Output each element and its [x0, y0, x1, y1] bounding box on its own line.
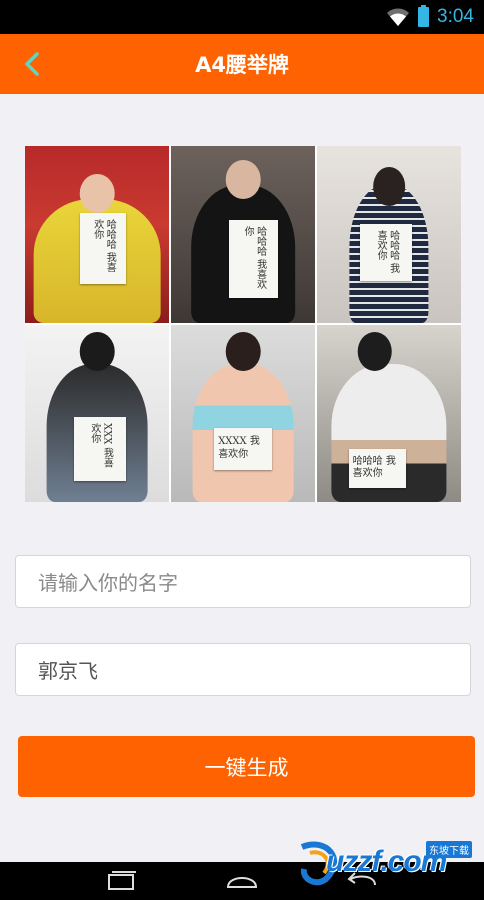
example-photo: 哈哈哈 我喜欢你	[317, 325, 461, 502]
example-photo-grid: 哈哈哈 我喜欢你 哈哈哈 我喜欢你 哈哈哈 我喜欢你 XXX 我喜欢你 XXXX…	[25, 146, 461, 502]
generate-button[interactable]: 一键生成	[18, 736, 475, 797]
photo-sign: XXXX 我喜欢你	[214, 427, 272, 471]
photo-sign: 哈哈哈 我喜欢你	[360, 223, 413, 281]
photo-sign: XXX 我喜欢你	[73, 417, 126, 481]
photo-sign: 哈哈哈 我喜欢你	[79, 213, 126, 285]
example-photo: XXX 我喜欢你	[25, 325, 169, 502]
second-name-input[interactable]: 郭京飞	[15, 643, 471, 696]
example-photo: 哈哈哈 我喜欢你	[171, 146, 315, 323]
watermark-subtext: 东坡下载	[426, 841, 472, 858]
status-time: 3:04	[437, 6, 474, 27]
name-input[interactable]: 请输入你的名字	[15, 555, 471, 608]
watermark-logo: uzzf.com 东坡下载	[296, 835, 476, 890]
wifi-icon	[387, 8, 410, 26]
second-name-input-value: 郭京飞	[38, 659, 98, 683]
back-arrow-icon[interactable]	[20, 50, 44, 78]
status-bar: 3:04	[0, 0, 484, 34]
home-icon[interactable]	[222, 869, 262, 893]
photo-sign: 哈哈哈 我喜欢你	[228, 220, 278, 299]
example-photo: 哈哈哈 我喜欢你	[25, 146, 169, 323]
recent-apps-icon[interactable]	[101, 869, 141, 893]
example-photo: XXXX 我喜欢你	[171, 325, 315, 502]
photo-sign: 哈哈哈 我喜欢你	[348, 448, 407, 488]
page-title: A4腰举牌	[195, 53, 289, 77]
example-photo: 哈哈哈 我喜欢你	[317, 146, 461, 323]
battery-icon	[418, 5, 430, 27]
app-bar: A4腰举牌	[0, 34, 484, 94]
name-input-placeholder: 请输入你的名字	[38, 571, 178, 595]
